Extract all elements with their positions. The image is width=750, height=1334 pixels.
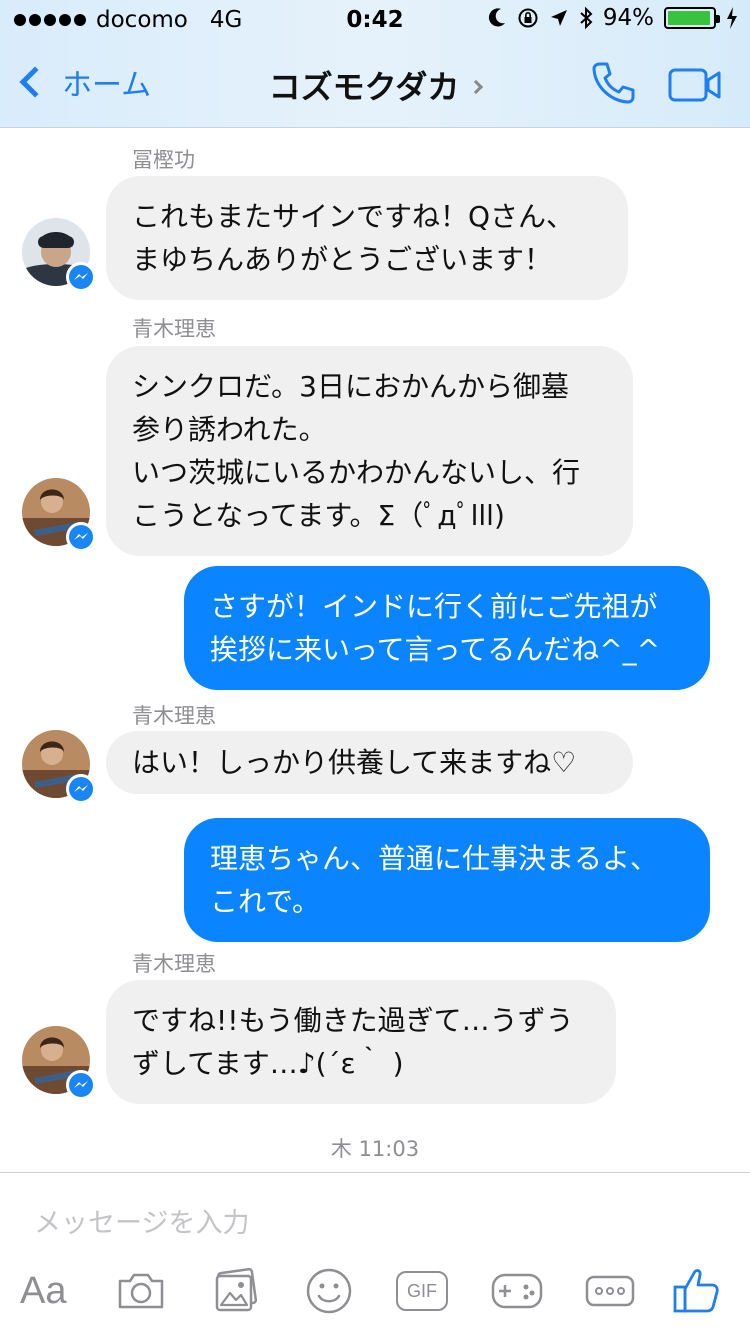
- messenger-badge-icon: [66, 1070, 96, 1100]
- incoming-message-bubble[interactable]: これもまたサインですね！Qさん、 まゆちんありがとうございます！: [106, 176, 628, 300]
- like-thumbs-up-button[interactable]: [672, 1261, 720, 1321]
- message-line: こうとなってます。Σ（ﾟдﾟlll): [132, 499, 505, 532]
- message-line: 参り誘われた。: [132, 413, 327, 446]
- message-line: はい！しっかり供養して来ますね♡: [132, 746, 577, 779]
- incoming-message-bubble[interactable]: はい！しっかり供養して来ますね♡: [106, 731, 633, 794]
- message-line: ずしてます…♪(´ε｀ ): [132, 1047, 404, 1080]
- sender-name: 青木理恵: [132, 952, 216, 976]
- sticker-button[interactable]: [305, 1261, 353, 1321]
- games-button[interactable]: [490, 1261, 544, 1321]
- conversation-timestamp: 木 11:03: [330, 1137, 420, 1161]
- message-line: シンクロだ。3日におかんから御墓: [132, 370, 569, 403]
- status-bar: docomo 4G 0:42 94%: [0, 0, 750, 40]
- conversation-title-text: コズモクダカ: [268, 68, 460, 106]
- message-line: さすが！インドに行く前にご先祖が: [210, 590, 658, 623]
- rotation-lock-icon: [518, 8, 538, 28]
- battery-percent: 94%: [602, 5, 654, 31]
- sender-name: 冨樫功: [132, 148, 195, 172]
- message-line: まゆちんありがとうございます！: [132, 243, 553, 276]
- message-input[interactable]: メッセージを入力: [34, 1201, 249, 1240]
- more-options-button[interactable]: [584, 1261, 636, 1321]
- header: docomo 4G 0:42 94% ホーム コズモクダカ: [0, 0, 750, 128]
- avatar[interactable]: [22, 218, 96, 292]
- message-line: ですね!!もう働きた過ぎて…うずう: [132, 1004, 574, 1037]
- message-line: 挨拶に来いって言ってるんだね^_^: [210, 633, 661, 666]
- message-line: いつ茨城にいるかわかんないし、行: [132, 456, 581, 489]
- conversation-title[interactable]: コズモクダカ: [0, 62, 750, 108]
- battery-icon: [664, 7, 720, 29]
- message-composer: メッセージを入力 Aa GIF: [0, 1172, 750, 1334]
- messenger-badge-icon: [66, 774, 96, 804]
- navigation-bar: ホーム コズモクダカ: [0, 40, 750, 128]
- location-arrow-icon: [550, 10, 567, 26]
- outgoing-message-bubble[interactable]: 理恵ちゃん、普通に仕事決まるよ、 これで。: [184, 818, 710, 942]
- messenger-badge-icon: [66, 262, 96, 292]
- composer-toolbar: Aa GIF: [0, 1261, 750, 1321]
- avatar[interactable]: [22, 478, 96, 552]
- video-call-button[interactable]: [668, 68, 722, 102]
- message-line: 理恵ちゃん、普通に仕事決まるよ、: [210, 842, 659, 875]
- moon-icon: [488, 8, 505, 27]
- chevron-right-icon: [469, 79, 484, 95]
- incoming-message-bubble[interactable]: シンクロだ。3日におかんから御墓 参り誘われた。 いつ茨城にいるかわかんないし、…: [106, 346, 633, 556]
- messenger-badge-icon: [66, 522, 96, 552]
- gif-button[interactable]: GIF: [396, 1261, 448, 1321]
- photo-gallery-button[interactable]: [212, 1261, 260, 1321]
- avatar[interactable]: [22, 730, 96, 804]
- sender-name: 青木理恵: [132, 317, 216, 341]
- outgoing-message-bubble[interactable]: さすが！インドに行く前にご先祖が 挨拶に来いって言ってるんだね^_^: [184, 566, 710, 690]
- phone-call-button[interactable]: [590, 60, 636, 106]
- avatar[interactable]: [22, 1026, 96, 1100]
- message-line: これで。: [210, 885, 321, 918]
- text-format-button[interactable]: Aa: [20, 1261, 66, 1321]
- gif-label: GIF: [396, 1271, 448, 1311]
- camera-button[interactable]: [116, 1261, 166, 1321]
- incoming-message-bubble[interactable]: ですね!!もう働きた過ぎて…うずう ずしてます…♪(´ε｀ ): [106, 980, 616, 1104]
- bluetooth-icon: [580, 6, 593, 30]
- charging-bolt-icon: [727, 7, 737, 29]
- message-line: これもまたサインですね！Qさん、: [132, 200, 575, 233]
- sender-name: 青木理恵: [132, 704, 216, 728]
